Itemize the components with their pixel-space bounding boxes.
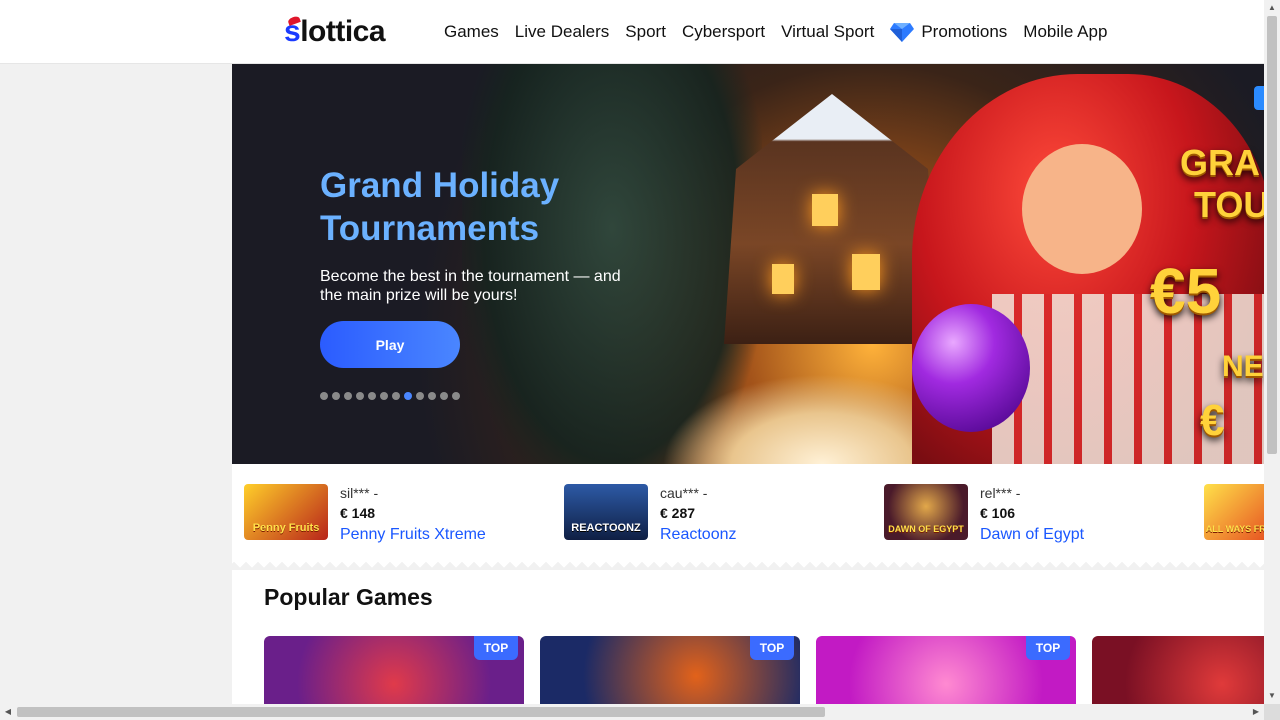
- popular-games-section: Popular Games TOP TOP TOP: [232, 570, 1264, 704]
- carousel-dot[interactable]: [404, 392, 412, 400]
- winner-item[interactable]: REACTOONZ cau*** - € 287 Reactoonz: [564, 484, 737, 543]
- winner-item[interactable]: DAWN OF EGYPT rel*** - € 106 Dawn of Egy…: [884, 484, 1084, 543]
- carousel-dot[interactable]: [416, 392, 424, 400]
- carousel-dot[interactable]: [452, 392, 460, 400]
- scrollbar-corner: [1264, 704, 1280, 720]
- scroll-left-arrow-icon[interactable]: ◀: [0, 704, 16, 720]
- thumbnail-text: ALL WAYS FRUITS: [1205, 524, 1264, 534]
- banner-title: Grand Holiday Tournaments: [320, 166, 560, 248]
- santa-face-art: [1022, 144, 1142, 274]
- winner-game-link[interactable]: Penny Fruits Xtreme: [340, 524, 486, 546]
- art-text-ne: NE: [1222, 350, 1264, 383]
- art-text-gra: GRA: [1180, 142, 1260, 183]
- nav-promotions-label: Promotions: [921, 22, 1008, 41]
- logo-wordmark: lottica: [300, 15, 386, 48]
- site-header: s lottica Games Live Dealers Sport Cybers…: [0, 0, 1264, 64]
- thumbnail-text: DAWN OF EGYPT: [888, 524, 964, 534]
- recent-winners: Penny Fruits sil*** - € 148 Penny Fruits…: [232, 464, 1264, 562]
- carousel-dot[interactable]: [368, 392, 376, 400]
- carousel-dot[interactable]: [440, 392, 448, 400]
- ornament-art: [912, 304, 1030, 432]
- banner-accent: [1254, 86, 1264, 110]
- winner-game-link[interactable]: Dawn of Egypt: [980, 524, 1084, 546]
- winner-amount: € 287: [660, 505, 696, 521]
- nav-sport[interactable]: Sport: [625, 22, 666, 42]
- carousel-dot[interactable]: [356, 392, 364, 400]
- scroll-down-arrow-icon[interactable]: ▼: [1264, 688, 1280, 704]
- game-thumbnail[interactable]: DAWN OF EGYPT: [884, 484, 968, 540]
- window-glow: [852, 254, 880, 290]
- game-thumbnail[interactable]: REACTOONZ: [564, 484, 648, 540]
- window-glow: [772, 264, 794, 294]
- carousel-dot[interactable]: [392, 392, 400, 400]
- diamond-icon: [890, 23, 915, 42]
- banner-subtitle: Become the best in the tournament — and …: [320, 268, 621, 304]
- slottica-logo[interactable]: s lottica: [284, 15, 386, 48]
- carousel-dot[interactable]: [320, 392, 328, 400]
- carousel-dot[interactable]: [344, 392, 352, 400]
- winner-username: cau*** -: [660, 485, 708, 501]
- game-thumbnail[interactable]: ALL WAYS FRUITS: [1204, 484, 1264, 540]
- winner-username: rel*** -: [980, 485, 1021, 501]
- vertical-scroll-thumb[interactable]: [1267, 16, 1277, 454]
- nav-virtual-sport[interactable]: Virtual Sport: [781, 22, 874, 42]
- winner-username: sil*** -: [340, 485, 379, 501]
- play-button[interactable]: Play: [320, 321, 460, 368]
- carousel-dots: [320, 392, 464, 400]
- thumbnail-text: Penny Fruits: [252, 522, 320, 534]
- game-card[interactable]: [1092, 636, 1264, 704]
- top-badge: TOP: [750, 636, 794, 660]
- game-card[interactable]: TOP: [264, 636, 524, 704]
- game-thumbnail[interactable]: Penny Fruits: [244, 484, 328, 540]
- thumbnail-text: REACTOONZ: [571, 522, 641, 534]
- nav-mobile-app[interactable]: Mobile App: [1023, 22, 1107, 42]
- horizontal-scrollbar[interactable]: ◀ ▶: [0, 704, 1264, 720]
- top-badge: TOP: [1026, 636, 1070, 660]
- vertical-scrollbar[interactable]: ▲ ▼: [1264, 0, 1280, 704]
- window-glow: [812, 194, 838, 226]
- winner-amount: € 148: [340, 505, 376, 521]
- top-badge: TOP: [474, 636, 518, 660]
- nav-games[interactable]: Games: [444, 22, 499, 42]
- scroll-up-arrow-icon[interactable]: ▲: [1264, 0, 1280, 16]
- winner-item[interactable]: Penny Fruits sil*** - € 148 Penny Fruits…: [244, 484, 486, 543]
- nav-live-dealers[interactable]: Live Dealers: [515, 22, 610, 42]
- winner-game-link[interactable]: Reactoonz: [660, 524, 737, 546]
- horizontal-scroll-thumb[interactable]: [17, 707, 825, 717]
- hero-banner[interactable]: GRA TOU €5 NE € Grand Holiday Tournament…: [232, 64, 1264, 464]
- game-card[interactable]: TOP: [540, 636, 800, 704]
- art-text-euro: €: [1200, 396, 1225, 445]
- zigzag-divider: [232, 562, 1264, 570]
- art-text-tou: TOU: [1194, 184, 1264, 225]
- nav-promotions[interactable]: Promotions: [890, 22, 1007, 42]
- art-text-prize: €5: [1150, 255, 1222, 327]
- main-nav: Games Live Dealers Sport Cybersport Virt…: [444, 20, 1123, 44]
- winner-amount: € 106: [980, 505, 1016, 521]
- carousel-dot[interactable]: [428, 392, 436, 400]
- game-card[interactable]: TOP: [816, 636, 1076, 704]
- nav-cybersport[interactable]: Cybersport: [682, 22, 765, 42]
- winner-item[interactable]: ALL WAYS FRUITS: [1204, 484, 1264, 540]
- section-title: Popular Games: [264, 584, 433, 610]
- carousel-dot[interactable]: [380, 392, 388, 400]
- scroll-right-arrow-icon[interactable]: ▶: [1248, 704, 1264, 720]
- carousel-dot[interactable]: [332, 392, 340, 400]
